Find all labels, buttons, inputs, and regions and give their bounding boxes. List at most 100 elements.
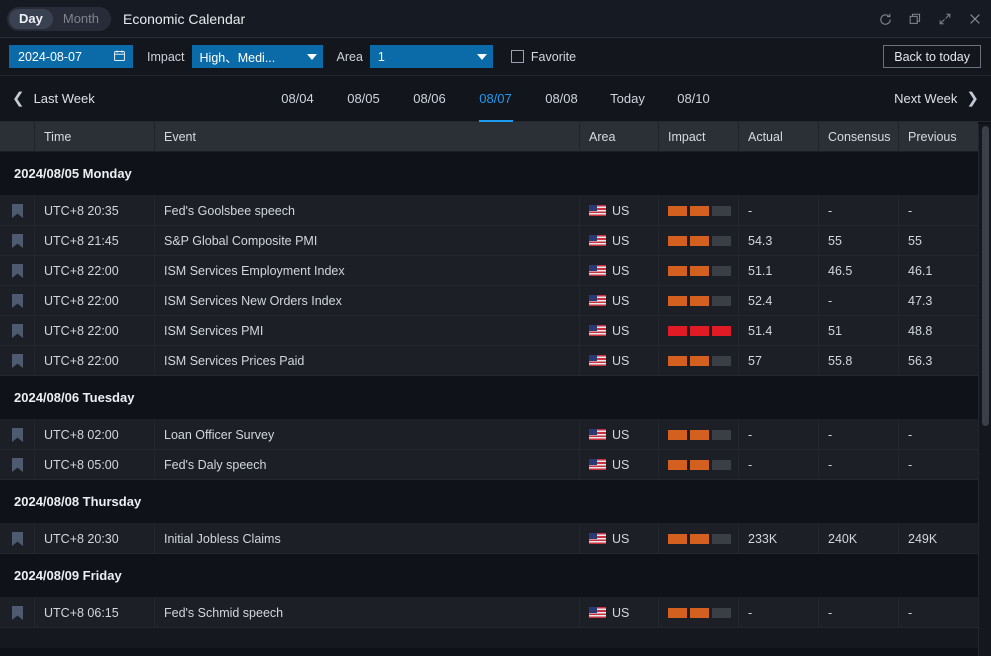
back-to-today-button[interactable]: Back to today [883,45,981,68]
bookmark-icon[interactable] [0,226,35,255]
cell-impact [659,598,739,627]
scrollbar-thumb[interactable] [982,126,989,426]
cell-event[interactable]: Fed's Goolsbee speech [155,196,580,225]
area-label: US [612,458,629,472]
cell-time: UTC+8 22:00 [35,346,155,375]
bookmark-icon[interactable] [0,524,35,553]
impact-filter-select[interactable]: High、Medi... [192,45,323,68]
cell-consensus: 55 [819,226,899,255]
bookmark-icon[interactable] [0,450,35,479]
bookmark-icon[interactable] [0,420,35,449]
column-header-time[interactable]: Time [35,122,155,152]
cell-time: UTC+8 05:00 [35,450,155,479]
cell-event[interactable]: ISM Services PMI [155,316,580,345]
window-controls [877,0,983,38]
cell-time: UTC+8 22:00 [35,286,155,315]
day-tab-2[interactable]: 08/06 [397,76,463,122]
flag-icon-us [589,235,606,246]
column-header-event[interactable]: Event [155,122,580,152]
refresh-icon[interactable] [877,11,893,27]
cell-event[interactable]: Fed's Schmid speech [155,598,580,627]
cell-actual: 51.4 [739,316,819,345]
toggle-day[interactable]: Day [9,9,53,29]
table-row[interactable]: UTC+8 22:00ISM Services PMIUS51.45148.8 [0,316,978,346]
chevron-down-icon [477,54,487,60]
cell-consensus: 55.8 [819,346,899,375]
cell-impact [659,346,739,375]
table-row[interactable]: UTC+8 20:30Initial Jobless ClaimsUS233K2… [0,524,978,554]
bookmark-icon[interactable] [0,346,35,375]
cell-actual: - [739,196,819,225]
table-row[interactable]: UTC+8 21:45S&P Global Composite PMIUS54.… [0,226,978,256]
filter-bar: 2024-08-07 Impact High、Medi... Area 1 Fa… [0,38,991,76]
cell-consensus: - [819,286,899,315]
table-row[interactable]: UTC+8 02:00Loan Officer SurveyUS--- [0,420,978,450]
cell-area: US [580,226,659,255]
flag-icon-us [589,533,606,544]
day-tab-5-today[interactable]: Today [595,76,661,122]
cell-event[interactable]: Loan Officer Survey [155,420,580,449]
expand-icon[interactable] [937,11,953,27]
day-tab-4[interactable]: 08/08 [529,76,595,122]
column-header-consensus[interactable]: Consensus [819,122,899,152]
cell-impact [659,226,739,255]
cell-actual: 233K [739,524,819,553]
table-row[interactable]: UTC+8 06:15Fed's Schmid speechUS--- [0,598,978,628]
table-row[interactable]: UTC+8 22:00ISM Services Employment Index… [0,256,978,286]
next-week-button[interactable]: Next Week ❯ [894,91,979,106]
date-picker-input[interactable]: 2024-08-07 [9,45,133,68]
cell-event[interactable]: ISM Services Employment Index [155,256,580,285]
bookmark-icon[interactable] [0,598,35,627]
cell-area: US [580,346,659,375]
cell-event[interactable]: S&P Global Composite PMI [155,226,580,255]
cell-consensus: - [819,450,899,479]
toggle-month[interactable]: Month [53,9,109,29]
cell-event[interactable]: Fed's Daly speech [155,450,580,479]
close-icon[interactable] [967,11,983,27]
calendar-icon[interactable] [113,49,126,65]
cell-event[interactable]: Initial Jobless Claims [155,524,580,553]
table-row[interactable]: UTC+8 05:00Fed's Daly speechUS--- [0,450,978,480]
day-tab-3-active[interactable]: 08/07 [463,76,529,122]
cell-time: UTC+8 02:00 [35,420,155,449]
bookmark-icon[interactable] [0,286,35,315]
bookmark-icon[interactable] [0,196,35,225]
area-filter-select[interactable]: 1 [370,45,493,68]
vertical-scrollbar[interactable] [978,124,991,656]
cell-actual: 51.1 [739,256,819,285]
impact-indicator [668,534,731,544]
column-header-impact[interactable]: Impact [659,122,739,152]
favorite-filter[interactable]: Favorite [511,50,576,64]
day-tab-6[interactable]: 08/10 [661,76,727,122]
cell-previous: - [899,450,978,479]
cell-previous: 48.8 [899,316,978,345]
cell-consensus: - [819,196,899,225]
day-tab-0[interactable]: 08/04 [265,76,331,122]
date-navigation-bar: ❮ Last Week 08/04 08/05 08/06 08/07 08/0… [0,76,991,122]
cell-area: US [580,256,659,285]
column-header-actual[interactable]: Actual [739,122,819,152]
bookmark-icon[interactable] [0,256,35,285]
impact-indicator [668,236,731,246]
cell-area: US [580,420,659,449]
table-header-row: Time Event Area Impact Actual Consensus … [0,122,978,152]
table-row[interactable]: UTC+8 22:00ISM Services Prices PaidUS575… [0,346,978,376]
cell-time: UTC+8 20:30 [35,524,155,553]
bookmark-icon[interactable] [0,316,35,345]
restore-icon[interactable] [907,11,923,27]
favorite-checkbox[interactable] [511,50,524,63]
cell-event[interactable]: ISM Services New Orders Index [155,286,580,315]
column-header-area[interactable]: Area [580,122,659,152]
cell-time: UTC+8 06:15 [35,598,155,627]
table-row[interactable]: UTC+8 20:35Fed's Goolsbee speechUS--- [0,196,978,226]
cell-impact [659,450,739,479]
day-tab-1[interactable]: 08/05 [331,76,397,122]
cell-actual: - [739,450,819,479]
table-row[interactable]: UTC+8 22:00ISM Services New Orders Index… [0,286,978,316]
column-header-previous[interactable]: Previous [899,122,978,152]
cell-event[interactable]: ISM Services Prices Paid [155,346,580,375]
cell-time: UTC+8 21:45 [35,226,155,255]
cell-impact [659,420,739,449]
view-mode-toggle[interactable]: Day Month [7,7,111,31]
impact-indicator [668,356,731,366]
